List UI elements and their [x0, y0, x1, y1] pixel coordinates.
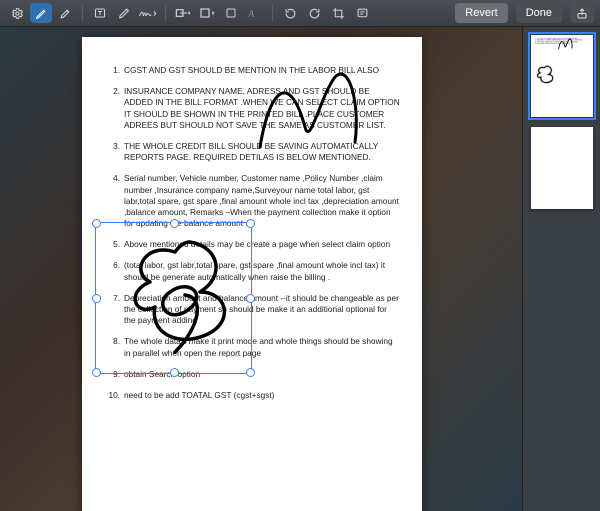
crop-icon[interactable]	[327, 3, 349, 23]
gear-icon[interactable]	[6, 3, 28, 23]
resize-handle-s[interactable]	[170, 368, 179, 377]
canvas-area[interactable]: 1.CGST AND GST SHOULD BE MENTION IN THE …	[0, 27, 522, 511]
highlighter-icon[interactable]	[54, 3, 76, 23]
revert-button[interactable]: Revert	[455, 3, 507, 23]
list-item: 1.CGST AND GST SHOULD BE MENTION IN THE …	[104, 65, 400, 76]
selection-box[interactable]	[95, 222, 252, 374]
resize-handle-w[interactable]	[92, 294, 101, 303]
resize-handle-sw[interactable]	[92, 368, 101, 377]
resize-handle-ne[interactable]	[246, 219, 255, 228]
toolbar-separator	[82, 5, 83, 21]
rotate-left-icon[interactable]	[279, 3, 301, 23]
pen-tool-icon[interactable]	[30, 3, 52, 23]
annotate-icon[interactable]	[351, 3, 373, 23]
markup-toolbar: A Revert Done	[0, 0, 600, 27]
toolbar-separator	[165, 5, 166, 21]
list-item: 3.THE WHOLE CREDIT BILL SHOULD BE SAVING…	[104, 141, 400, 163]
list-item: 10. need to be add TOATAL GST (cgst+sgst…	[104, 390, 400, 401]
resize-handle-se[interactable]	[246, 368, 255, 377]
resize-handle-nw[interactable]	[92, 219, 101, 228]
editor-body: 1.CGST AND GST SHOULD BE MENTION IN THE …	[0, 27, 600, 511]
page-thumbnail-1[interactable]: 1. CGST AND GST SHOULD BE MENTION IN THE…	[531, 35, 593, 117]
color-tool-icon[interactable]	[220, 3, 242, 23]
resize-handle-n[interactable]	[170, 219, 179, 228]
thumbnail-sidebar: 1. CGST AND GST SHOULD BE MENTION IN THE…	[522, 27, 600, 511]
shape-style-icon[interactable]	[196, 3, 218, 23]
signature-tool-icon[interactable]	[137, 3, 159, 23]
share-icon[interactable]	[570, 3, 594, 23]
shapes-tool-icon[interactable]	[172, 3, 194, 23]
svg-text:A: A	[247, 9, 254, 19]
toolbar-separator	[272, 5, 273, 21]
sketch-tool-icon[interactable]	[113, 3, 135, 23]
rotate-right-icon[interactable]	[303, 3, 325, 23]
app-root: A Revert Done 1.CGST AND GST SHOULD BE M…	[0, 0, 600, 511]
done-button[interactable]: Done	[516, 3, 562, 23]
page-thumbnail-2[interactable]	[531, 127, 593, 209]
list-item: 2.INSURANCE COMPANY NAME, ADRESS AND GST…	[104, 86, 400, 131]
text-tool-icon[interactable]	[89, 3, 111, 23]
resize-handle-e[interactable]	[246, 294, 255, 303]
text-style-icon[interactable]: A	[244, 3, 266, 23]
